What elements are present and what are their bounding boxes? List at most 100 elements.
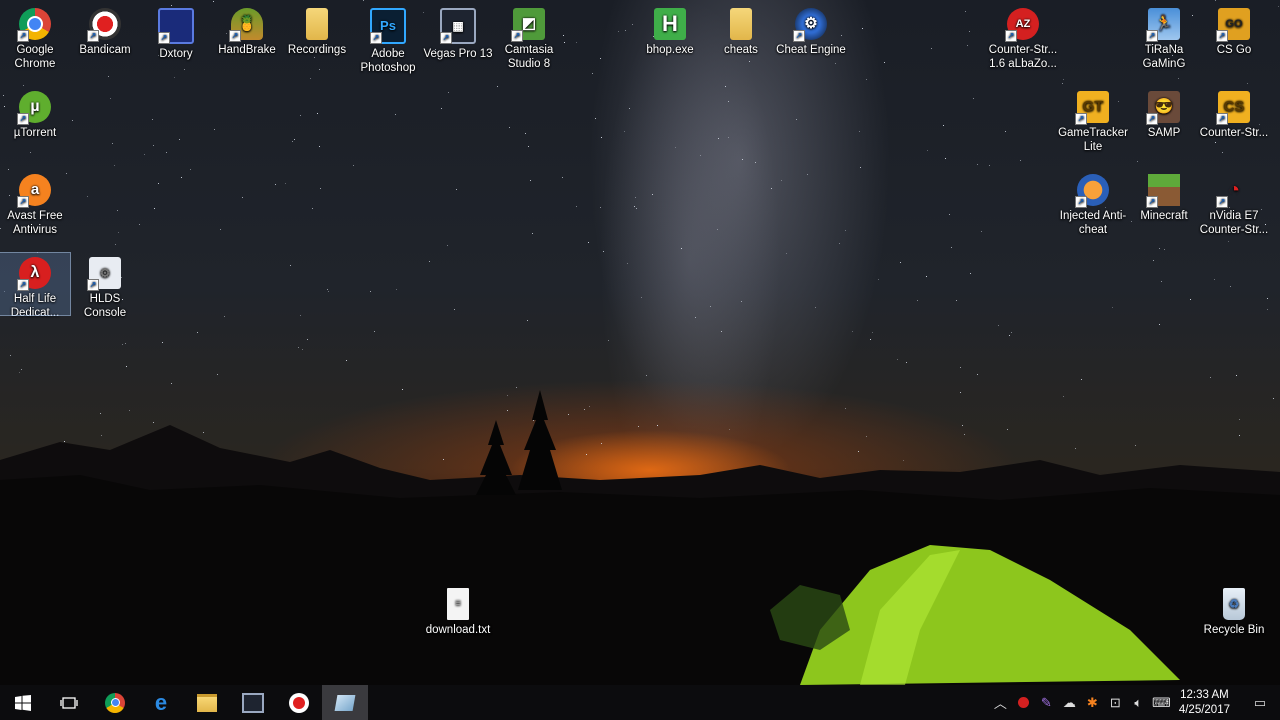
desktop-icon-download-txt[interactable]: ≡ download.txt [423,584,493,637]
taskbar-bandicam[interactable] [276,685,322,720]
desktop-icon-hlds-console[interactable]: ⚙ ↗ HLDS Console [70,253,140,320]
star [635,197,636,198]
star [600,58,601,59]
tirana-icon: 🏃 ↗ [1146,8,1180,42]
taskbar-clock[interactable]: 12:33 AM 4/25/2017 [1173,688,1240,718]
start-button[interactable] [0,685,46,720]
desktop-icon-anticheat[interactable]: ↗ Injected Anti-cheat [1058,170,1128,237]
star [725,86,726,87]
star [292,141,293,142]
handbrake-icon: 🍍 ↗ [229,8,263,42]
star [158,183,159,184]
clock-time: 12:33 AM [1180,688,1229,701]
star [564,42,565,43]
desktop-icon-tirana[interactable]: 🏃 ↗ TiRaNa GaMinG [1129,4,1199,71]
star [108,76,109,77]
desktop-icon-gametracker[interactable]: GT ↗ GameTracker Lite [1058,87,1128,154]
bandicam-tray-icon[interactable] [1012,685,1035,720]
star [217,374,218,375]
star [781,180,782,181]
taskbar-vegas[interactable] [230,685,276,720]
desktop-icon-camtasia[interactable]: ◩ ↗ Camtasia Studio 8 [494,4,564,71]
avast-tray-icon[interactable]: ✱ [1081,685,1104,720]
star [870,339,871,340]
desktop-icon-recordings[interactable]: Recordings [282,4,352,57]
star [742,159,743,160]
star [977,164,978,165]
star [721,331,722,332]
onedrive-cloud-icon[interactable]: ☁ [1058,685,1081,720]
star [989,165,990,166]
star [1247,83,1248,84]
star [969,31,970,32]
taskbar-edge[interactable]: e [138,685,184,720]
star [728,101,729,102]
utorrent-icon: µ ↗ [17,91,51,125]
desktop-icon-cheat-engine[interactable]: ⚙ ↗ Cheat Engine [776,4,846,57]
keyboard-icon[interactable]: ⌨ [1150,685,1173,720]
star [290,265,291,266]
star [300,115,301,116]
star [532,233,533,234]
desktop-icon-samp[interactable]: 😎 ↗ SAMP [1129,87,1199,140]
desktop-icon-bandicam[interactable]: ↗ Bandicam [70,4,140,57]
star [497,86,498,87]
desktop-icon-csgo[interactable]: GO ↗ CS Go [1199,4,1269,57]
task-view-button[interactable] [46,685,92,720]
action-center-notification-icon[interactable]: ▭ [1240,685,1280,720]
desktop-icon-chrome[interactable]: ↗ Google Chrome [0,4,70,71]
desktop-icon-utorrent[interactable]: µ ↗ µTorrent [0,87,70,140]
star [618,31,619,32]
star [114,165,115,166]
star [878,279,879,280]
star [926,276,927,277]
desktop-icon-minecraft[interactable]: ↗ Minecraft [1129,170,1199,223]
taskbar-chrome[interactable] [92,685,138,720]
show-hidden-icons-chevron-up-icon[interactable]: ︿ [989,685,1012,720]
star [1161,281,1162,282]
desktop-icon-avast[interactable]: a ↗ Avast Free Antivirus [0,170,70,237]
star [1228,241,1229,242]
desktop-icon-counter-strike[interactable]: CS ↗ Counter-Str... [1199,87,1269,140]
star [815,307,816,308]
star [641,297,642,298]
star [636,208,637,209]
star [967,45,968,46]
desktop-icon-vegas[interactable]: ▦ ↗ Vegas Pro 13 [423,4,493,61]
star [346,360,347,361]
desktop-icon-counter-strike-albazo[interactable]: AZ ↗ Counter-Str... 1.6 aLbaZo... [988,4,1058,71]
volume-icon[interactable]: 🔈︎ [1127,685,1150,720]
photoshop-icon: Ps ↗ [370,8,406,44]
taskbar-file-explorer[interactable] [184,685,230,720]
desktop-icon-bhop[interactable]: H bhop.exe [635,4,705,57]
desktop-icon-cheats[interactable]: cheats [706,4,776,57]
star [363,0,364,1]
star [970,273,971,274]
star [588,242,589,243]
network-icon[interactable]: ⊡ [1104,685,1127,720]
star [327,289,328,290]
star [859,131,860,132]
taskbar-hlds-console[interactable] [322,685,368,720]
star [224,316,225,317]
star [717,229,718,230]
desktop-icon-photoshop[interactable]: Ps ↗ Adobe Photoshop [353,4,423,75]
file-explorer-icon [197,693,217,712]
star [374,331,375,332]
star [1062,83,1063,84]
star [906,362,907,363]
star [897,359,898,360]
star [595,118,596,119]
desktop-icon-recycle-bin[interactable]: ♻ Recycle Bin [1199,584,1269,637]
desktop-icon-half-life[interactable]: λ ↗ Half Life Dedicat... [0,252,71,319]
pen-tray-icon[interactable]: ✎ [1035,685,1058,720]
desktop-icon-handbrake[interactable]: 🍍 ↗ HandBrake [212,4,282,57]
star [197,332,198,333]
star [112,143,113,144]
desktop-icon-dxtory[interactable]: ↗ Dxtory [141,4,211,61]
star [627,263,628,264]
desktop-icon-nvidia-e7[interactable]: ◔ ↗ nVidia E7 Counter-Str... [1199,170,1269,237]
star [755,162,756,163]
star [601,137,602,138]
star [275,184,276,185]
